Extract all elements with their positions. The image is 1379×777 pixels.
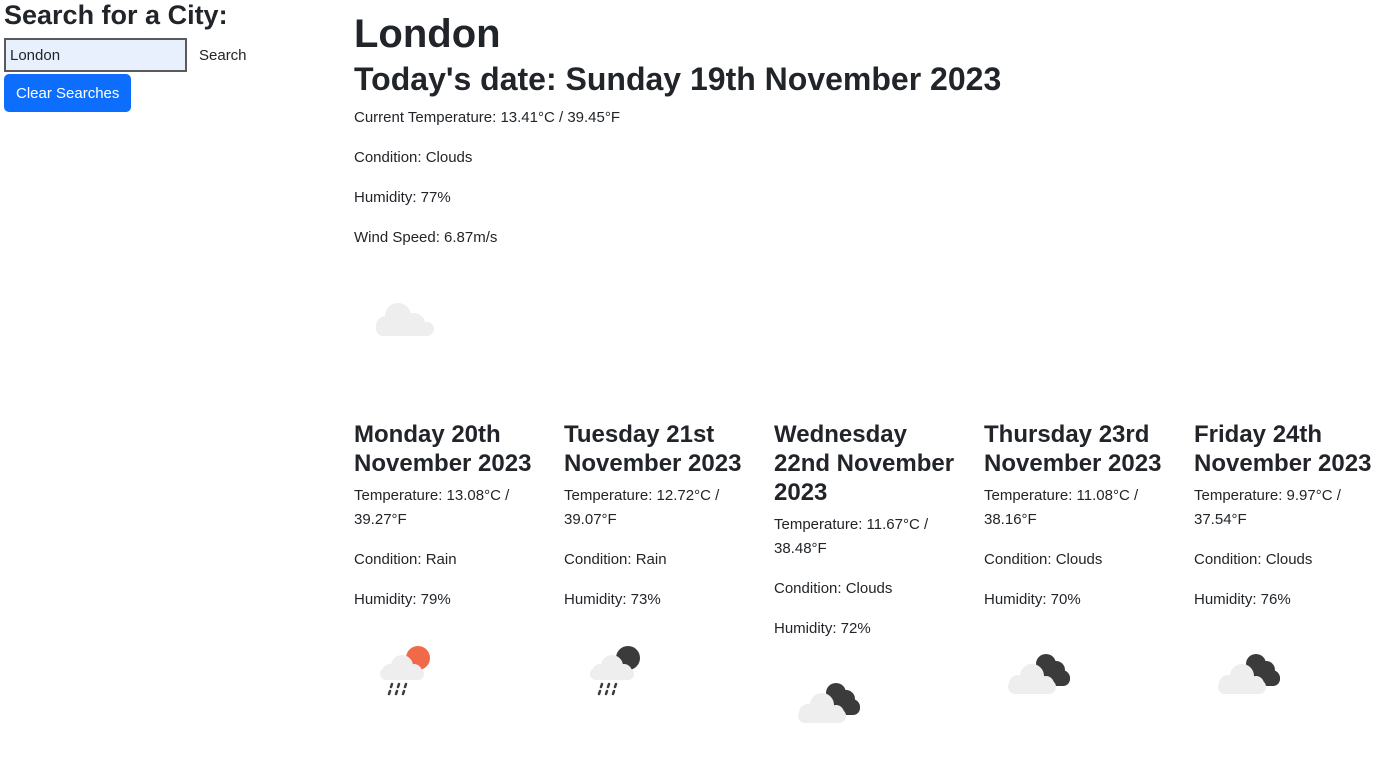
weather-main: London Today's date: Sunday 19th Novembe… <box>354 0 1374 723</box>
forecast-card: Tuesday 21st November 2023 Temperature: … <box>564 420 774 731</box>
forecast-humidity: Humidity: 72% <box>774 620 871 637</box>
dark-clouds-icon <box>798 683 860 723</box>
forecast-temperature: Temperature: 11.67°C / 38.48°F <box>774 516 929 557</box>
forecast-condition: Condition: Clouds <box>984 551 1103 568</box>
forecast-humidity: Humidity: 76% <box>1194 591 1291 608</box>
search-panel: Search for a City: Search Clear Searches <box>4 0 334 112</box>
search-button[interactable]: Search <box>193 40 253 70</box>
forecast-condition: Condition: Clouds <box>774 580 893 597</box>
forecast-condition: Condition: Clouds <box>1194 551 1313 568</box>
forecast-list: Monday 20th November 2023 Temperature: 1… <box>354 420 1379 731</box>
forecast-card: Thursday 23rd November 2023 Temperature:… <box>984 420 1194 731</box>
dark-clouds-icon <box>1218 654 1280 694</box>
current-condition: Condition: Clouds <box>354 149 473 166</box>
forecast-temperature: Temperature: 11.08°C / 38.16°F <box>984 487 1139 528</box>
rain-moon-icon <box>590 646 640 696</box>
current-humidity: Humidity: 77% <box>354 189 451 206</box>
forecast-card: Wednesday 22nd November 2023 Temperature… <box>774 420 984 731</box>
forecast-humidity: Humidity: 73% <box>564 591 661 608</box>
forecast-date: Friday 24th November 2023 <box>1194 421 1372 477</box>
forecast-condition: Condition: Rain <box>354 551 457 568</box>
forecast-date: Tuesday 21st November 2023 <box>564 421 742 477</box>
current-wind-speed: Wind Speed: 6.87m/s <box>354 229 498 246</box>
forecast-humidity: Humidity: 79% <box>354 591 451 608</box>
forecast-date: Wednesday 22nd November 2023 <box>774 421 955 506</box>
city-search-input[interactable] <box>4 38 187 72</box>
current-temperature: Current Temperature: 13.41°C / 39.45°F <box>354 109 621 126</box>
clear-searches-button[interactable]: Clear Searches <box>4 74 132 112</box>
forecast-card: Monday 20th November 2023 Temperature: 1… <box>354 420 564 731</box>
search-row: Search <box>4 38 334 72</box>
search-heading: Search for a City: <box>4 0 228 30</box>
forecast-humidity: Humidity: 70% <box>984 591 1081 608</box>
clouds-icon <box>376 303 434 336</box>
forecast-date: Thursday 23rd November 2023 <box>984 421 1162 477</box>
forecast-temperature: Temperature: 12.72°C / 39.07°F <box>564 487 720 528</box>
current-date: Today's date: Sunday 19th November 2023 <box>354 61 1002 97</box>
forecast-temperature: Temperature: 13.08°C / 39.27°F <box>354 487 510 528</box>
city-title: London <box>354 12 501 56</box>
rain-sun-icon <box>380 646 430 696</box>
forecast-card: Friday 24th November 2023 Temperature: 9… <box>1194 420 1379 731</box>
forecast-temperature: Temperature: 9.97°C / 37.54°F <box>1194 487 1341 528</box>
forecast-condition: Condition: Rain <box>564 551 667 568</box>
forecast-date: Monday 20th November 2023 <box>354 421 532 477</box>
dark-clouds-icon <box>1008 654 1070 694</box>
